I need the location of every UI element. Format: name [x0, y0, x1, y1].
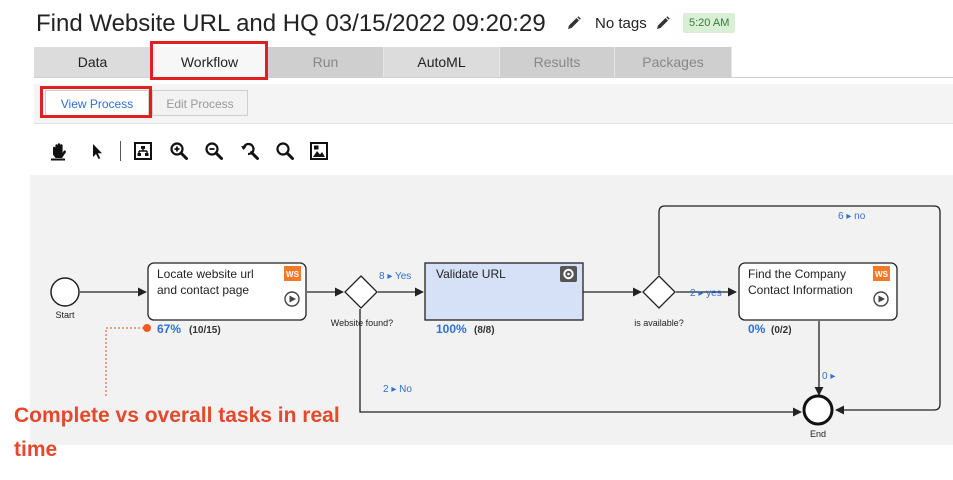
ws-badge-text: WS	[286, 270, 300, 279]
gateway-label: Website found?	[331, 318, 393, 328]
end-event[interactable]	[802, 394, 834, 426]
task-progress-count: (8/8)	[474, 325, 495, 336]
task-progress-percent: 100%	[436, 322, 467, 336]
task-title-line1: Find the Company	[748, 267, 846, 281]
annotation-leader-line	[105, 327, 144, 398]
task-title-line2: Contact Information	[748, 283, 853, 297]
gateway-yes-count: 8 ▸ Yes	[379, 271, 411, 282]
task-title-line1: Validate URL	[436, 267, 506, 281]
start-event[interactable]	[50, 277, 80, 307]
task-validate-url[interactable]: Validate URL	[424, 262, 584, 321]
task-find-contact[interactable]: Find the Company Contact Information WS	[738, 262, 898, 321]
gear-icon[interactable]	[560, 266, 577, 282]
end-incoming-count: 0 ▸	[822, 371, 835, 382]
highlight-box-workflow	[150, 41, 268, 80]
task-title-line1: Locate website url	[157, 267, 254, 281]
gateway-is-available[interactable]	[642, 275, 676, 309]
end-label: End	[810, 429, 826, 439]
play-icon[interactable]	[284, 291, 300, 307]
ws-badge-text: WS	[875, 270, 889, 279]
task-progress-percent: 67%	[157, 322, 181, 336]
highlight-box-view-process	[40, 86, 152, 118]
task-title-line2: and contact page	[157, 283, 249, 297]
gateway-website-found[interactable]	[344, 275, 378, 309]
connector-gateway1-no	[359, 309, 802, 417]
annotation-dot	[143, 324, 151, 332]
task-locate-website[interactable]: Locate website url and contact page WS	[147, 262, 307, 321]
start-label: Start	[55, 310, 75, 320]
task-progress-count: (10/15)	[189, 325, 221, 336]
gateway-no-count: 6 ▸ no	[838, 211, 866, 222]
task-progress-percent: 0%	[748, 322, 766, 336]
gateway-label: is available?	[634, 318, 684, 328]
annotation-caption: Complete vs overall tasks in real time	[14, 404, 340, 461]
task-progress-count: (0/2)	[771, 325, 792, 336]
play-icon[interactable]	[873, 291, 889, 307]
gateway-yes-count: 2 ▸ yes	[690, 288, 722, 299]
gateway-no-count: 2 ▸ No	[383, 384, 412, 395]
